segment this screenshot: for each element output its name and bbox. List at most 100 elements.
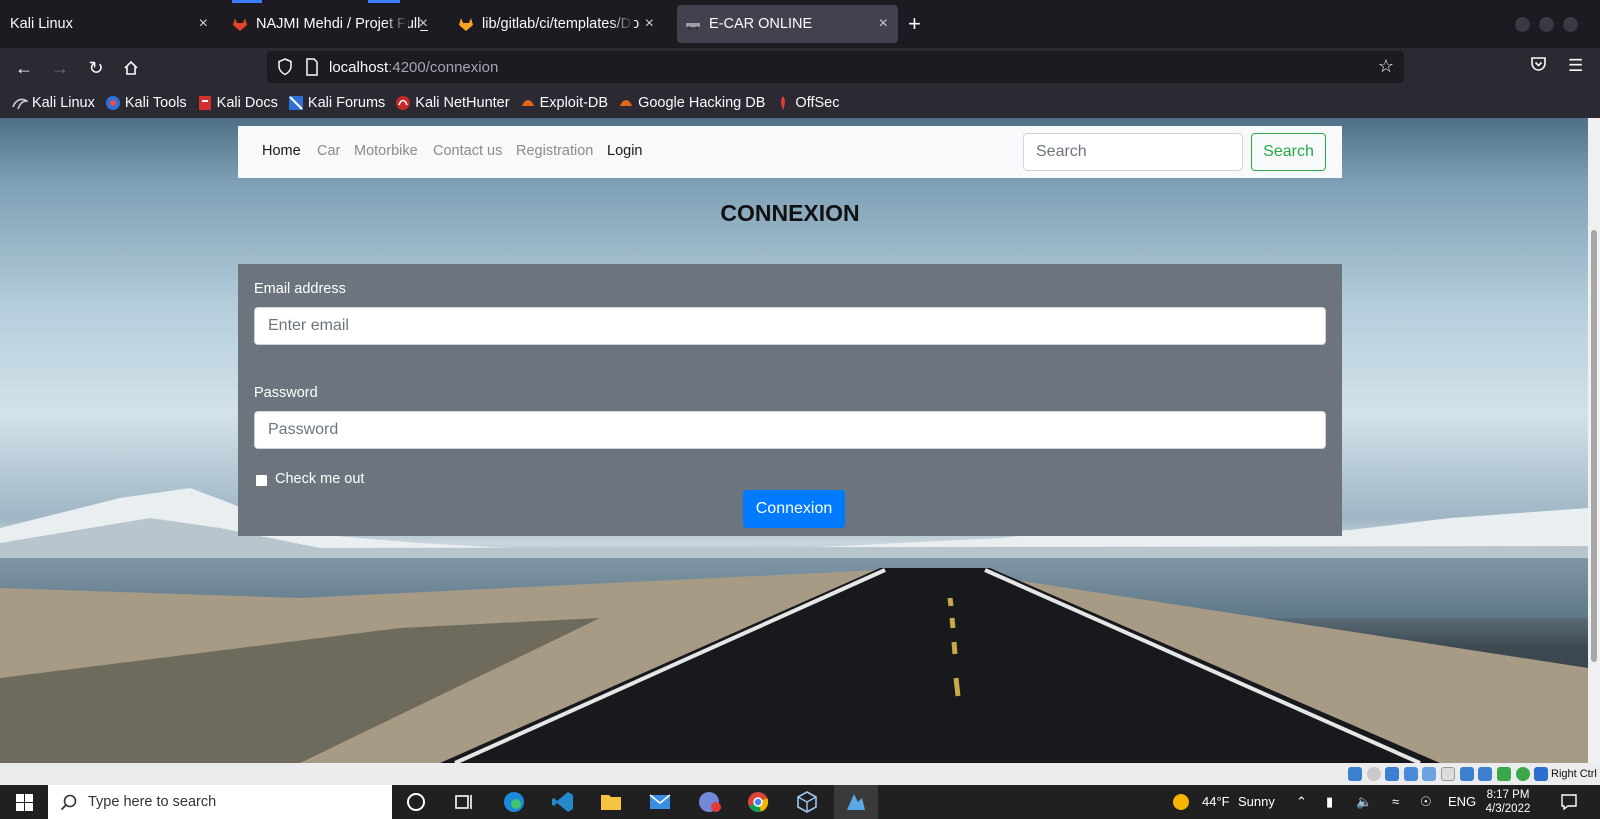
chrome-icon[interactable] xyxy=(746,790,770,814)
bookmarks-toolbar: Kali Linux Kali Tools Kali Docs Kali For… xyxy=(0,88,1600,118)
taskbar-clock[interactable]: 8:17 PM 4/3/2022 xyxy=(1478,788,1538,816)
vm-mouse-integration-icon[interactable] xyxy=(1516,767,1530,781)
new-tab-button[interactable]: + xyxy=(908,13,921,35)
bookmark-label: Kali Docs xyxy=(216,95,278,111)
vm-network-icon[interactable] xyxy=(1404,767,1418,781)
offsec-icon xyxy=(781,96,786,110)
bookmark-google-hacking-db[interactable]: Google Hacking DB xyxy=(618,95,765,111)
connexion-button[interactable]: Connexion xyxy=(743,490,845,528)
bookmark-exploit-db[interactable]: Exploit-DB xyxy=(520,95,609,111)
nav-link-contact-us[interactable]: Contact us xyxy=(433,143,502,159)
vm-cpu-icon[interactable] xyxy=(1497,767,1511,781)
tab-kali-linux[interactable]: Kali Linux × xyxy=(0,5,218,43)
url-path: :4200/connexion xyxy=(388,59,499,76)
page-scrollbar-thumb[interactable] xyxy=(1591,230,1597,662)
bookmark-star-icon[interactable]: ☆ xyxy=(1378,56,1394,77)
bookmark-kali-nethunter[interactable]: Kali NetHunter xyxy=(395,95,510,111)
bookmark-label: Kali Forums xyxy=(307,95,386,111)
url-bar[interactable]: localhost:4200/connexion ☆ xyxy=(267,51,1404,83)
nav-link-registration[interactable]: Registration xyxy=(516,143,593,159)
cortana-icon[interactable] xyxy=(404,790,428,814)
password-field[interactable]: Password xyxy=(254,411,1326,449)
vm-recording-icon[interactable] xyxy=(1478,767,1492,781)
remember-checkbox[interactable] xyxy=(255,474,268,487)
close-window-button[interactable] xyxy=(1563,17,1578,32)
windows-start-icon[interactable] xyxy=(16,794,33,811)
pocket-icon[interactable] xyxy=(1530,56,1547,77)
site-search-button[interactable]: Search xyxy=(1251,133,1326,171)
nav-link-car[interactable]: Car xyxy=(317,143,340,159)
forward-arrow-icon[interactable]: → xyxy=(48,56,72,80)
weather-temperature[interactable]: 44°F xyxy=(1202,794,1230,809)
vscode-icon[interactable] xyxy=(551,790,575,814)
bookmark-label: OffSec xyxy=(795,95,840,111)
home-icon[interactable] xyxy=(119,56,143,80)
kali-vm-icon[interactable] xyxy=(844,790,868,814)
vm-shared-folder-icon[interactable] xyxy=(1441,767,1455,781)
virtualbox-icon[interactable] xyxy=(795,790,819,814)
task-view-icon[interactable] xyxy=(452,790,476,814)
weather-description[interactable]: Sunny xyxy=(1238,794,1275,809)
app-menu-icon[interactable]: ☰ xyxy=(1568,56,1583,76)
gitlab-icon xyxy=(459,18,473,31)
bookmark-offsec[interactable]: OffSec xyxy=(775,95,839,111)
minimize-window-button[interactable] xyxy=(1515,17,1530,32)
bookmark-kali-tools[interactable]: Kali Tools xyxy=(105,95,187,111)
tab-e-car-online[interactable]: E-CAR ONLINE × xyxy=(677,5,898,43)
battery-icon[interactable]: ▮ xyxy=(1326,794,1333,810)
email-field[interactable]: Enter email xyxy=(254,307,1326,345)
vm-usb-icon[interactable] xyxy=(1422,767,1436,781)
tracking-shield-icon[interactable] xyxy=(277,58,293,76)
vm-display-icon[interactable] xyxy=(1460,767,1474,781)
tab-gitlab-project[interactable]: NAJMI Mehdi / Projet Full_ × xyxy=(232,5,438,43)
tab-gitlab-templates[interactable]: lib/gitlab/ci/templates/Do × xyxy=(458,5,664,43)
nav-link-motorbike[interactable]: Motorbike xyxy=(354,143,418,159)
bookmark-label: Exploit-DB xyxy=(539,95,609,111)
wifi-icon[interactable]: ≈ xyxy=(1392,794,1399,809)
password-label: Password xyxy=(254,385,318,401)
bookmark-kali-docs[interactable]: Kali Docs xyxy=(197,95,278,111)
page-viewport: Home Car Motorbike Contact us Registrati… xyxy=(0,118,1588,763)
site-search-input[interactable]: Search xyxy=(1023,133,1243,171)
page-info-icon[interactable] xyxy=(305,58,319,76)
vm-storage-icon[interactable] xyxy=(1348,767,1362,781)
mail-icon[interactable] xyxy=(648,790,672,814)
show-hidden-icons-icon[interactable]: ⌃ xyxy=(1296,794,1307,810)
tab-title-fade xyxy=(610,5,634,43)
bookmark-kali-linux[interactable]: Kali Linux xyxy=(12,95,95,111)
tab-title: Kali Linux xyxy=(10,16,73,32)
volume-icon[interactable]: 🔈 xyxy=(1356,794,1372,810)
clock-time: 8:17 PM xyxy=(1486,789,1530,801)
close-tab-icon[interactable]: × xyxy=(645,15,654,33)
nav-link-login[interactable]: Login xyxy=(607,143,642,159)
weather-sun-icon[interactable] xyxy=(1172,793,1190,811)
vm-keyboard-icon[interactable] xyxy=(1534,767,1548,781)
bookmark-label: Kali NetHunter xyxy=(415,95,510,111)
nav-link-home[interactable]: Home xyxy=(262,143,301,159)
file-explorer-icon[interactable] xyxy=(599,790,623,814)
bookmark-kali-forums[interactable]: Kali Forums xyxy=(288,95,385,111)
input-language[interactable]: ENG xyxy=(1448,794,1476,809)
maximize-window-button[interactable] xyxy=(1539,17,1554,32)
edge-browser-icon[interactable] xyxy=(502,790,526,814)
remember-checkbox-label: Check me out xyxy=(275,471,365,487)
taskbar-search-box[interactable]: Type here to search xyxy=(48,785,392,819)
kali-dragon-icon xyxy=(12,98,28,110)
site-navbar: Home Car Motorbike Contact us Registrati… xyxy=(238,126,1342,178)
browser-navigation-bar: ← → ↻ localhost:4200/connexion ☆ ☰ xyxy=(0,48,1600,88)
back-arrow-icon[interactable]: ← xyxy=(12,56,36,80)
close-tab-icon[interactable]: × xyxy=(419,15,428,33)
close-tab-icon[interactable]: × xyxy=(199,15,208,33)
notification-center-icon[interactable] xyxy=(1560,793,1578,811)
tab-loading-indicator xyxy=(368,0,400,3)
bookmark-label: Kali Tools xyxy=(124,95,187,111)
discord-icon[interactable] xyxy=(697,790,721,814)
vm-optical-icon[interactable] xyxy=(1367,767,1381,781)
kali-forums-icon xyxy=(288,96,303,110)
gitlab-icon xyxy=(233,18,247,31)
location-icon[interactable]: ☉ xyxy=(1420,794,1432,810)
close-tab-icon[interactable]: × xyxy=(879,15,888,33)
vm-audio-icon[interactable] xyxy=(1385,767,1399,781)
reload-icon[interactable]: ↻ xyxy=(84,56,108,80)
url-text[interactable]: localhost:4200/connexion xyxy=(329,59,498,76)
